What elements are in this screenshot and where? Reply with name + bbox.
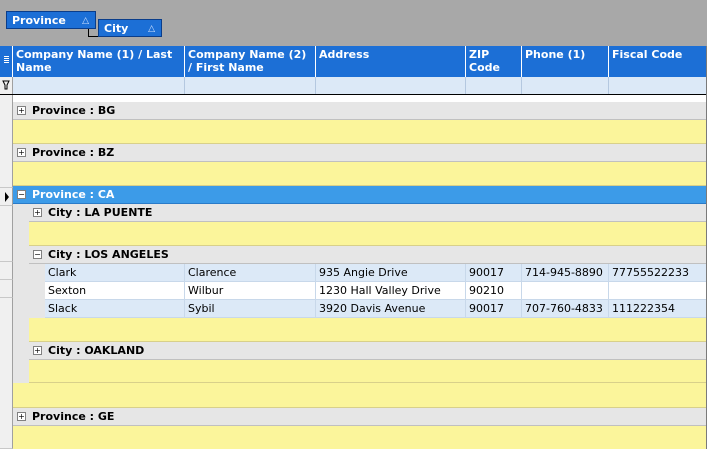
cell-first-name[interactable]: Sybil <box>185 300 316 317</box>
group-row-city-oakland[interactable]: + City : OAKLAND <box>29 342 707 360</box>
filter-cell[interactable] <box>609 77 707 94</box>
triangle-up-icon: △ <box>148 24 155 34</box>
cell-fiscal-code[interactable] <box>609 282 707 299</box>
group-row-province-bg[interactable]: + Province : BG <box>13 102 707 120</box>
cell-last-name[interactable]: Clark <box>45 264 185 281</box>
filter-icon[interactable] <box>0 77 13 94</box>
group-by-panel: Province △ City △ <box>0 0 707 46</box>
group-band <box>13 383 707 408</box>
group-by-province-label: Province <box>12 14 66 27</box>
filter-cell[interactable] <box>13 77 185 94</box>
column-header-phone[interactable]: Phone (1) <box>522 46 609 77</box>
group-band <box>13 426 707 449</box>
cell-last-name[interactable]: Slack <box>45 300 185 317</box>
group-label: Province : GE <box>32 410 115 423</box>
column-header-address[interactable]: Address <box>316 46 466 77</box>
filter-cell[interactable] <box>522 77 609 94</box>
group-label: Province : BG <box>32 104 116 117</box>
group-band <box>29 222 707 246</box>
group-by-province-chip[interactable]: Province △ <box>6 11 96 29</box>
cell-phone[interactable] <box>522 282 609 299</box>
group-row-city-los-angeles[interactable]: − City : LOS ANGELES <box>29 246 707 264</box>
triangle-up-icon: △ <box>82 16 89 26</box>
expand-icon[interactable]: + <box>33 346 42 355</box>
cell-last-name[interactable]: Sexton <box>45 282 185 299</box>
cell-address[interactable]: 3920 Davis Avenue <box>316 300 466 317</box>
column-header-zip[interactable]: ZIP Code <box>466 46 522 77</box>
group-band <box>13 162 707 186</box>
row-selector[interactable] <box>0 298 13 449</box>
column-chooser-icon[interactable] <box>0 46 13 77</box>
filter-row <box>0 77 707 95</box>
row-selector[interactable] <box>0 280 13 298</box>
cell-phone[interactable]: 707-760-4833 <box>522 300 609 317</box>
cell-address[interactable]: 1230 Hall Valley Drive <box>316 282 466 299</box>
cell-fiscal-code[interactable]: 111222354 <box>609 300 707 317</box>
row-selector[interactable] <box>0 206 13 262</box>
cell-zip[interactable]: 90017 <box>466 300 522 317</box>
cell-phone[interactable]: 714-945-8890 <box>522 264 609 281</box>
data-grid: Company Name (1) / Last Name Company Nam… <box>0 46 707 449</box>
row-selector[interactable] <box>0 95 13 188</box>
group-band <box>29 360 707 383</box>
group-indent <box>13 204 29 383</box>
table-row[interactable]: Sexton Wilbur 1230 Hall Valley Drive 902… <box>45 282 707 300</box>
group-by-city-label: City <box>104 22 129 35</box>
group-row-city-la-puente[interactable]: + City : LA PUENTE <box>29 204 707 222</box>
filter-cell[interactable] <box>316 77 466 94</box>
collapse-icon[interactable]: − <box>17 190 26 199</box>
group-label: City : LA PUENTE <box>48 206 153 219</box>
row-selector[interactable] <box>0 262 13 280</box>
group-by-city-chip[interactable]: City △ <box>98 19 162 37</box>
expand-icon[interactable]: + <box>33 208 42 217</box>
group-row-province-ca[interactable]: − Province : CA <box>13 186 707 204</box>
group-band <box>13 120 707 144</box>
column-header-row: Company Name (1) / Last Name Company Nam… <box>0 46 707 77</box>
filter-cell[interactable] <box>466 77 522 94</box>
expand-icon[interactable]: + <box>17 412 26 421</box>
group-label: Province : BZ <box>32 146 115 159</box>
cell-fiscal-code[interactable]: 77755522233 <box>609 264 707 281</box>
group-row-province-ge[interactable]: + Province : GE <box>13 408 707 426</box>
group-label: City : OAKLAND <box>48 344 145 357</box>
group-row-province-bz[interactable]: + Province : BZ <box>13 144 707 162</box>
cell-zip[interactable]: 90210 <box>466 282 522 299</box>
group-band <box>29 318 707 342</box>
expand-icon[interactable]: + <box>17 106 26 115</box>
column-header-fiscal-code[interactable]: Fiscal Code <box>609 46 707 77</box>
cell-address[interactable]: 935 Angie Drive <box>316 264 466 281</box>
filter-cell[interactable] <box>185 77 316 94</box>
table-row[interactable]: Slack Sybil 3920 Davis Avenue 90017 707-… <box>45 300 707 318</box>
table-row[interactable]: Clark Clarence 935 Angie Drive 90017 714… <box>45 264 707 282</box>
group-indent <box>29 262 45 318</box>
row-selector-current[interactable] <box>0 188 13 206</box>
column-header-last-name[interactable]: Company Name (1) / Last Name <box>13 46 185 77</box>
cell-zip[interactable]: 90017 <box>466 264 522 281</box>
collapse-icon[interactable]: − <box>33 250 42 259</box>
group-label: Province : CA <box>32 188 115 201</box>
expand-icon[interactable]: + <box>17 148 26 157</box>
cell-first-name[interactable]: Clarence <box>185 264 316 281</box>
cell-first-name[interactable]: Wilbur <box>185 282 316 299</box>
group-label: City : LOS ANGELES <box>48 248 169 261</box>
column-header-first-name[interactable]: Company Name (2) / First Name <box>185 46 316 77</box>
